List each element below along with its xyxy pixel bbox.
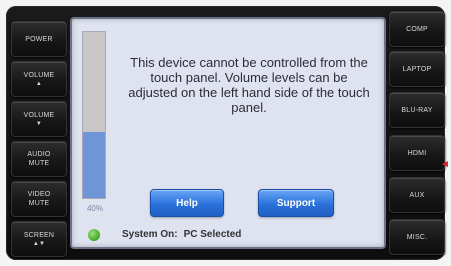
system-status: System On: PC Selected [122, 229, 241, 240]
down-arrow-icon: ▼ [35, 120, 43, 127]
source-laptop-button[interactable]: LAPTOP [389, 51, 445, 87]
volume-up-button[interactable]: VOLUME ▲ [11, 61, 67, 97]
volume-up-label: VOLUME [23, 71, 55, 79]
status-value: PC Selected [183, 229, 242, 240]
source-hdmi-button[interactable]: HDMI [389, 135, 445, 171]
source-aux-button[interactable]: AUX [389, 177, 445, 213]
source-misc-button[interactable]: MISC. [389, 219, 445, 255]
source-bluray-button[interactable]: BLU-RAY [389, 92, 445, 128]
volume-percent: 40% [86, 204, 103, 213]
up-down-arrow-icon: ▲▼ [32, 240, 46, 247]
source-bluray-label: BLU-RAY [401, 106, 433, 114]
status-label: System On: [122, 229, 178, 240]
source-laptop-label: LAPTOP [402, 65, 432, 73]
source-comp-button[interactable]: COMP [389, 11, 445, 47]
screen-label: SCREEN [23, 231, 55, 239]
audio-mute-button[interactable]: AUDIO MUTE [11, 141, 67, 177]
volume-meter [82, 31, 106, 199]
screen-button[interactable]: SCREEN ▲▼ [11, 221, 67, 257]
video-mute-label: VIDEO MUTE [27, 191, 51, 207]
help-button[interactable]: Help [150, 189, 224, 217]
up-arrow-icon: ▲ [35, 80, 43, 87]
support-button[interactable]: Support [258, 189, 334, 217]
volume-down-label: VOLUME [23, 111, 55, 119]
volume-down-button[interactable]: VOLUME ▼ [11, 101, 67, 137]
volume-meter-fill [83, 131, 105, 198]
source-comp-label: COMP [406, 25, 428, 33]
source-aux-label: AUX [409, 191, 425, 199]
touch-screen: 40% This device cannot be controlled fro… [70, 17, 386, 249]
audio-mute-label: AUDIO MUTE [27, 151, 51, 167]
power-button-label: POWER [25, 35, 53, 43]
arrow-pointer-icon: ◄ [440, 159, 450, 170]
status-led-icon [88, 229, 100, 241]
video-mute-button[interactable]: VIDEO MUTE [11, 181, 67, 217]
device-message: This device cannot be controlled from th… [128, 55, 370, 115]
source-misc-label: MISC. [406, 233, 428, 241]
power-button[interactable]: POWER [11, 21, 67, 57]
source-hdmi-label: HDMI [407, 149, 427, 157]
